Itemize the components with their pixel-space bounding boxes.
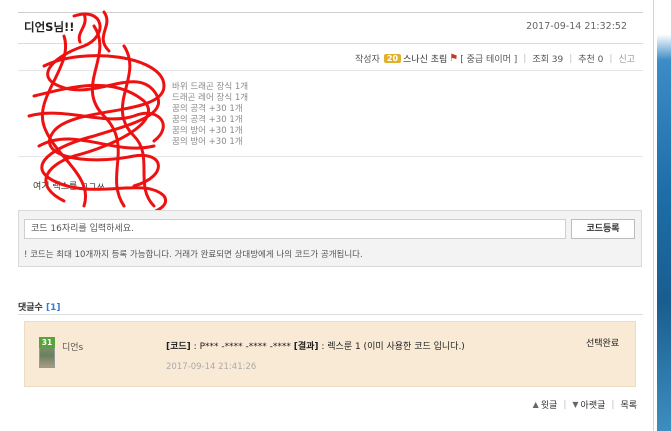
comments-divider — [18, 314, 643, 315]
chevron-down-icon: ▼ — [572, 400, 579, 409]
result-tag: [결과] — [293, 342, 319, 352]
selection-status: 선택완료 — [586, 339, 620, 349]
author-grade: [ 중급 테이머 ] — [460, 55, 518, 65]
commenter-name[interactable]: 디언s — [62, 340, 83, 353]
list-item: 꿈의 공격 +30 1개 — [172, 104, 243, 114]
register-code-button[interactable]: 코드등록 — [571, 219, 635, 239]
comment-count: 댓글수 [1] — [18, 300, 60, 313]
code-note: ! 코드는 최대 10개까지 등록 가능합니다. 거래가 완료되면 상대방에게 … — [24, 250, 363, 260]
right-divider — [653, 0, 654, 431]
list-link[interactable]: 목록 — [620, 398, 637, 411]
chevron-up-icon: ▲ — [532, 400, 539, 409]
view-count: 조회 39 — [532, 55, 564, 65]
next-post-link[interactable]: 아랫글 — [581, 398, 606, 411]
commenter-level-badge: 31 — [39, 337, 55, 348]
list-item: 꿈의 방어 +30 1개 — [172, 126, 243, 136]
list-item: 꿈의 공격 +30 1개 — [172, 115, 243, 125]
prev-post-link[interactable]: 윗글 — [541, 398, 558, 411]
recommend-count[interactable]: 추천 0 — [578, 52, 603, 65]
meta-separator: | — [523, 53, 527, 64]
side-banner — [657, 0, 671, 431]
code-value: : P*** -**** -**** -**** — [193, 342, 291, 352]
comment-count-label: 댓글수 — [18, 303, 43, 313]
comment-item — [24, 321, 636, 387]
code-input[interactable]: 코드 16자리를 입력하세요. — [24, 219, 566, 239]
red-scribble-redaction — [27, 10, 168, 219]
comment-time: 2017-09-14 21:41:26 — [166, 362, 257, 372]
post-navigation: ▲ 윗글 | ▼ 아랫글 | 목록 — [532, 398, 637, 412]
meta-separator: | — [609, 53, 613, 64]
nav-separator: | — [563, 399, 567, 410]
comment-text: [코드] : P*** -**** -**** -**** [결과] : 렉스룬… — [166, 339, 465, 352]
list-item: 드래곤 레어 장식 1개 — [172, 93, 249, 103]
author-label: 작성자 — [355, 55, 380, 65]
author-name[interactable]: 스나신 초림 — [403, 52, 447, 65]
list-item: 꿈의 방어 +30 1개 — [172, 137, 243, 147]
code-tag: [코드] — [166, 342, 191, 352]
result-value: : 렉스룬 1 (이미 사용한 코드 입니다.) — [321, 342, 465, 352]
report-link[interactable]: 신고 — [618, 52, 635, 65]
nav-separator: | — [611, 399, 615, 410]
level-badge: 20 — [383, 54, 402, 63]
item-list: 바위 드래곤 장식 1개 드래곤 레어 장식 1개 꿈의 공격 +30 1개 꿈… — [172, 82, 248, 148]
post-date: 2017-09-14 21:32:52 — [526, 21, 627, 32]
pink-tag-icon: ⚑ — [449, 53, 459, 64]
comment-count-number: [1] — [45, 303, 61, 313]
meta-separator: | — [569, 53, 573, 64]
list-item: 바위 드래곤 장식 1개 — [172, 82, 249, 92]
post-meta: 작성자 20 스나신 초림 ⚑ [ 중급 테이머 ] | 조회 39 | 추천 … — [355, 52, 635, 65]
